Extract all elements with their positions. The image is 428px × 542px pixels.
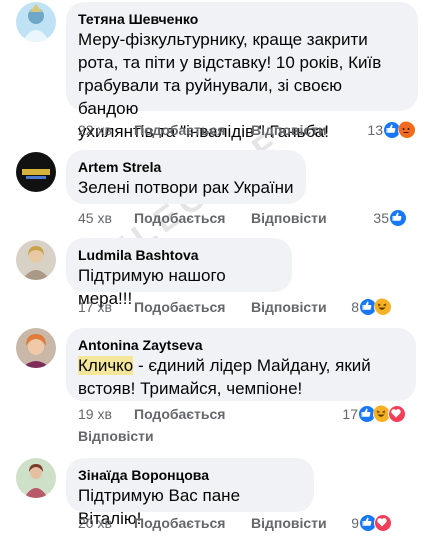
comment-text: Меру-фізкультурнику, краще закрити рота,… (78, 30, 382, 141)
like-button[interactable]: Подобається (134, 210, 225, 226)
comment-bubble: Artem Strela Зелені потвори рак України (66, 150, 306, 204)
comment-text: Зелені потвори рак України (78, 178, 294, 197)
comment-bubble: Зінаїда Воронцова Підтримую Вас пане Віт… (66, 458, 314, 528)
comment-text: Кличко - єдиний лідер Майдану, який всто… (78, 356, 371, 398)
reactions-summary[interactable]: 9 (351, 513, 392, 533)
love-icon (388, 405, 406, 423)
reactions-count: 13 (367, 122, 383, 138)
comment-bubble: Antonina Zaytseva Кличко - єдиний лідер … (66, 328, 416, 401)
comment-time[interactable]: 20 хв (78, 515, 112, 531)
avatar[interactable] (16, 152, 56, 192)
reactions-summary[interactable]: 17 (342, 404, 406, 424)
reply-button[interactable]: Відповісти (251, 210, 327, 226)
highlighted-word: Кличко (78, 356, 134, 375)
comment-text-rest: - єдиний лідер Майдану, який (133, 356, 371, 375)
comment-time[interactable]: 45 хв (78, 210, 112, 226)
reactions-summary[interactable]: 13 (367, 120, 416, 140)
comment-author[interactable]: Ludmila Bashtova (78, 246, 280, 264)
avatar[interactable] (16, 458, 56, 498)
reactions-summary[interactable]: 8 (351, 297, 392, 317)
comment-author[interactable]: Antonina Zaytseva (78, 336, 404, 354)
reactions-count: 35 (373, 210, 389, 226)
avatar[interactable] (16, 240, 56, 280)
love-icon (374, 514, 392, 532)
comment-time[interactable]: 17 хв (78, 299, 112, 315)
like-button[interactable]: Подобається (134, 515, 225, 531)
reply-button[interactable]: Відповісти (251, 122, 327, 138)
angry-icon (398, 121, 416, 139)
comment-time[interactable]: 22 хв (78, 122, 112, 138)
comment-author[interactable]: Тетяна Шевченко (78, 10, 406, 28)
comment-bubble: Тетяна Шевченко Меру-фізкультурнику, кра… (66, 2, 418, 141)
comment-author[interactable]: Artem Strela (78, 158, 294, 176)
like-button[interactable]: Подобається (134, 122, 225, 138)
haha-icon (374, 298, 392, 316)
comment-author[interactable]: Зінаїда Воронцова (78, 466, 302, 484)
avatar[interactable] (16, 2, 56, 42)
avatar[interactable] (16, 328, 56, 368)
reply-button[interactable]: Відповісти (251, 299, 327, 315)
like-icon (389, 209, 407, 227)
like-button[interactable]: Подобається (134, 406, 225, 422)
comment-bubble: Ludmila Bashtova Підтримую нашого мера!!… (66, 238, 292, 308)
reply-button[interactable]: Відповісти (78, 428, 154, 444)
reactions-summary[interactable]: 35 (373, 208, 407, 228)
reactions-count: 17 (342, 406, 358, 422)
comment-time[interactable]: 19 хв (78, 406, 112, 422)
reply-button[interactable]: Відповісти (251, 515, 327, 531)
like-button[interactable]: Подобається (134, 299, 225, 315)
